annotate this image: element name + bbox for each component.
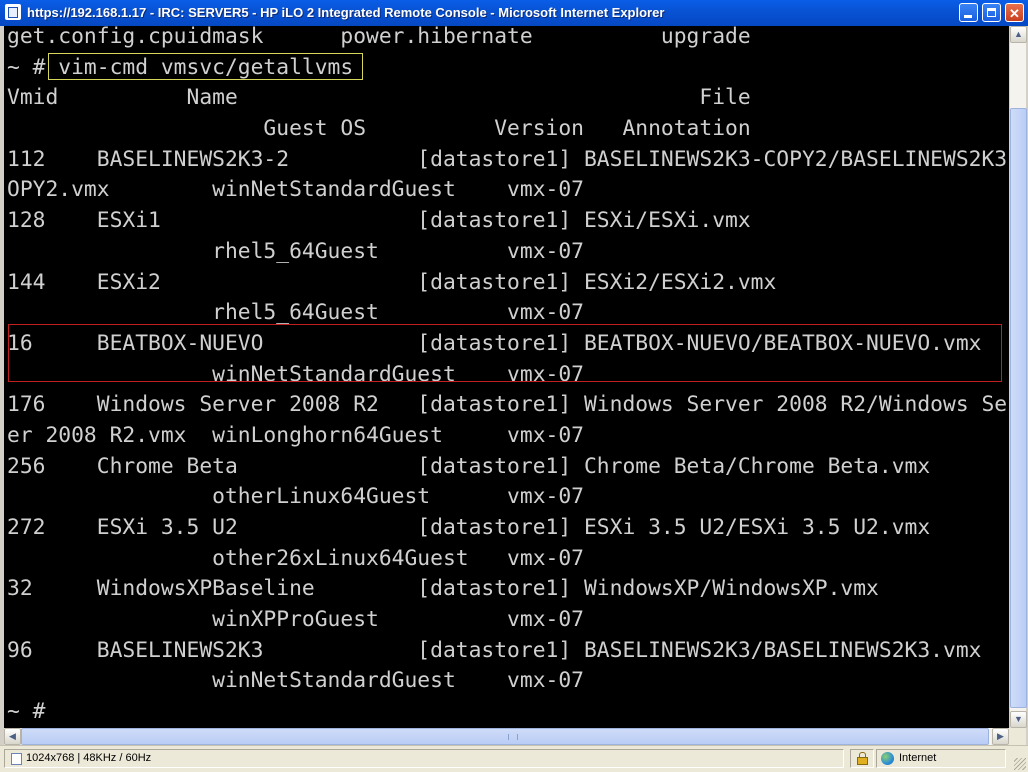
terminal-line: 144 ESXi2 [datastore1] ESXi2/ESXi2.vmx (7, 269, 777, 295)
arrow-left-icon: ◀ (9, 731, 16, 741)
remote-console-screen[interactable]: get.config.cpuidmask power.hibernate upg… (4, 26, 1009, 728)
zone-text: Internet (899, 752, 937, 764)
terminal-line: otherLinux64Guest vmx-07 (7, 484, 584, 510)
window-title: https://192.168.1.17 - IRC: SERVER5 - HP… (27, 5, 665, 20)
vm-row-highlight-box (8, 324, 1002, 382)
vertical-scrollbar[interactable]: ▲ ▼ (1009, 26, 1027, 728)
status-bar: 1024x768 | 48KHz / 60Hz Internet (0, 745, 1028, 772)
zone-cell[interactable]: Internet (876, 749, 1006, 768)
status-text: 1024x768 | 48KHz / 60Hz (26, 752, 152, 764)
ie-page-icon (5, 4, 21, 20)
close-button[interactable]: ✕ (1005, 3, 1024, 22)
close-icon: ✕ (1009, 6, 1020, 21)
minimize-button[interactable] (959, 3, 978, 22)
maximize-icon (987, 8, 996, 17)
terminal-line: 272 ESXi 3.5 U2 [datastore1] ESXi 3.5 U2… (7, 515, 931, 540)
scroll-right-button[interactable]: ▶ (992, 728, 1009, 745)
scrollbar-corner (1009, 728, 1026, 745)
globe-icon (881, 752, 894, 765)
terminal-line: other26xLinux64Guest vmx-07 (7, 545, 584, 571)
minimize-icon (964, 15, 972, 18)
terminal-line: Guest OS Version Annotation (7, 116, 751, 142)
terminal-line: 176 Windows Server 2008 R2 [datastore1] … (7, 392, 1009, 418)
maximize-button[interactable] (982, 3, 1001, 22)
terminal-line: 128 ESXi1 [datastore1] ESXi/ESXi.vmx (7, 208, 751, 234)
lock-icon (857, 752, 868, 765)
terminal-line: er 2008 R2.vmx winLonghorn64Guest vmx-07 (7, 422, 584, 448)
terminal-line: rhel5_64Guest vmx-07 (7, 238, 584, 264)
arrow-up-icon: ▲ (1014, 29, 1023, 39)
scroll-down-button[interactable]: ▼ (1010, 711, 1027, 728)
status-text-cell: 1024x768 | 48KHz / 60Hz (4, 749, 844, 768)
terminal-line: get.config.cpuidmask power.hibernate upg… (7, 26, 751, 49)
terminal-line: 256 Chrome Beta [datastore1] Chrome Beta… (7, 453, 931, 479)
title-bar: https://192.168.1.17 - IRC: SERVER5 - HP… (0, 0, 1028, 26)
arrow-down-icon: ▼ (1014, 714, 1023, 724)
terminal-line: 96 BASELINEWS2K3 [datastore1] BASELINEWS… (7, 637, 982, 663)
terminal-line: 32 WindowsXPBaseline [datastore1] Window… (7, 576, 879, 602)
terminal-line: winXPProGuest vmx-07 (7, 607, 584, 633)
horizontal-scroll-thumb[interactable] (21, 728, 989, 745)
terminal-line: Vmid Name File (7, 85, 751, 111)
terminal-line: 112 BASELINEWS2K3-2 [datastore1] BASELIN… (7, 146, 1009, 172)
security-cell[interactable] (850, 749, 874, 768)
terminal-line: OPY2.vmx winNetStandardGuest vmx-07 (7, 177, 584, 203)
vertical-scroll-thumb[interactable] (1010, 108, 1027, 708)
terminal-line: ~ # (7, 699, 46, 725)
command-highlight-box (48, 53, 363, 80)
scroll-grip-icon (508, 734, 518, 740)
scroll-left-button[interactable]: ◀ (4, 728, 21, 745)
arrow-right-icon: ▶ (997, 731, 1004, 741)
terminal-line: winNetStandardGuest vmx-07 (7, 668, 584, 694)
horizontal-scrollbar[interactable]: ◀ ▶ (4, 728, 1009, 745)
resize-grip-icon[interactable] (1014, 758, 1026, 770)
page-icon (11, 753, 22, 765)
scroll-up-button[interactable]: ▲ (1010, 26, 1027, 43)
